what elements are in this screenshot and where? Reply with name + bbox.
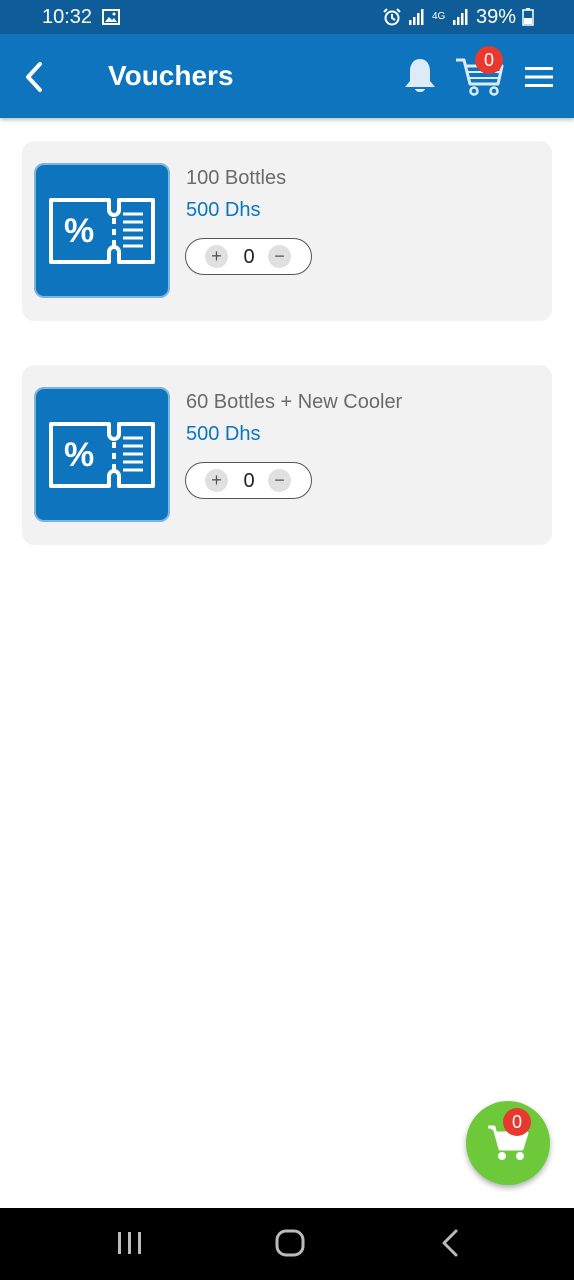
status-time: 10:32 [42, 5, 93, 28]
home-icon [275, 1229, 305, 1257]
back-arrow-icon [442, 1229, 458, 1257]
app-bar: Vouchers 0 [0, 34, 574, 118]
svg-text:%: % [64, 436, 94, 474]
voucher-price: 500 Dhs [186, 199, 261, 221]
network-type: 4G [431, 11, 446, 22]
increase-quantity-button[interactable]: + [205, 245, 228, 268]
menu-button[interactable] [522, 64, 556, 90]
quantity-value: 0 [243, 470, 255, 492]
voucher-thumbnail: % [34, 163, 170, 298]
recent-apps-button[interactable] [116, 1228, 144, 1263]
voucher-name: 60 Bottles + New Cooler [186, 391, 403, 413]
voucher-card[interactable]: % 60 Bottles + New Cooler 500 Dhs + 0 − [22, 365, 552, 545]
status-bar: 10:32 4G 39% [0, 0, 574, 34]
voucher-card[interactable]: % 100 Bottles 500 Dhs + 0 − [22, 141, 552, 321]
battery-level: 39% [475, 5, 516, 28]
alarm-icon [383, 8, 401, 26]
system-back-button[interactable] [436, 1228, 464, 1263]
gallery-notification-icon [102, 9, 121, 25]
page-title: Vouchers [108, 60, 234, 91]
hamburger-icon [525, 67, 553, 87]
recent-apps-icon [118, 1232, 141, 1254]
voucher-icon: % [49, 421, 155, 488]
voucher-thumbnail: % [34, 387, 170, 522]
header-cart-badge: 0 [475, 46, 503, 74]
back-button[interactable] [20, 60, 48, 94]
voucher-name: 100 Bottles [186, 167, 287, 189]
vouchers-screen: 10:32 4G 39% Vouchers 0 % 100 Bottles 50… [0, 0, 574, 1280]
signal-icon-2 [452, 9, 468, 25]
chevron-left-icon [26, 62, 42, 92]
increase-quantity-button[interactable]: + [205, 469, 228, 492]
voucher-price: 500 Dhs [186, 423, 261, 445]
quantity-stepper: + 0 − [185, 238, 312, 275]
signal-icon [408, 9, 424, 25]
voucher-icon: % [49, 197, 155, 264]
decrease-quantity-button[interactable]: − [268, 245, 291, 268]
notifications-button[interactable] [402, 56, 438, 96]
quantity-value: 0 [243, 246, 255, 268]
svg-text:%: % [64, 212, 94, 250]
system-navigation-bar [0, 1208, 574, 1280]
bell-icon [405, 59, 435, 92]
home-button[interactable] [274, 1228, 306, 1263]
quantity-stepper: + 0 − [185, 462, 312, 499]
battery-icon [522, 8, 534, 26]
floating-cart-badge: 0 [503, 1108, 531, 1136]
decrease-quantity-button[interactable]: − [268, 469, 291, 492]
